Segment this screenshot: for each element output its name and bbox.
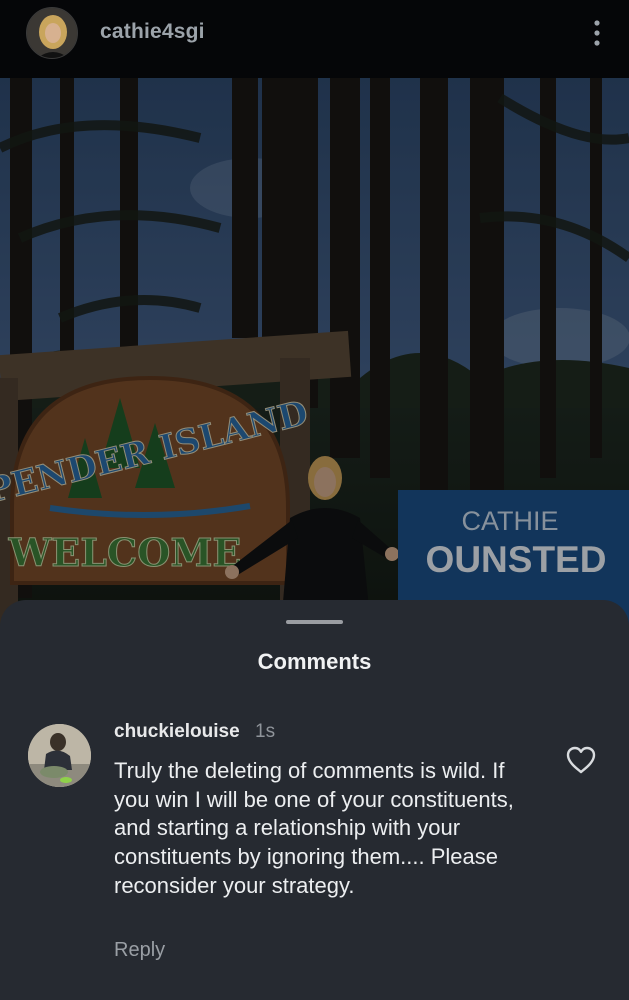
more-vertical-icon[interactable] (587, 17, 607, 49)
avatar-portrait-image (27, 8, 77, 58)
post-username[interactable]: cathie4sgi (100, 20, 205, 44)
comments-title: Comments (257, 649, 372, 674)
heart-outline-icon[interactable] (565, 745, 597, 775)
comment-username[interactable]: chuckielouise (114, 721, 240, 743)
post-photo[interactable]: PENDER ISLAND WELCOME CATHIE OUNSTED (0, 78, 629, 638)
comment-timestamp: 1s (255, 721, 276, 742)
post-header: cathie4sgi (0, 0, 629, 78)
commenter-avatar-image (28, 724, 91, 787)
commenter-avatar[interactable] (28, 724, 91, 787)
comment-text: Truly the deleting of comments is wild. … (114, 758, 514, 898)
sheet-drag-handle[interactable] (286, 620, 343, 624)
instagram-post-screen: cathie4sgi PENDER ISLAND WELCOME CATHIE … (0, 0, 629, 1000)
reply-button[interactable]: Reply (114, 939, 165, 962)
profile-avatar[interactable] (26, 7, 78, 59)
comments-sheet: Comments chuckielouise 1s Truly the dele… (0, 600, 629, 1000)
